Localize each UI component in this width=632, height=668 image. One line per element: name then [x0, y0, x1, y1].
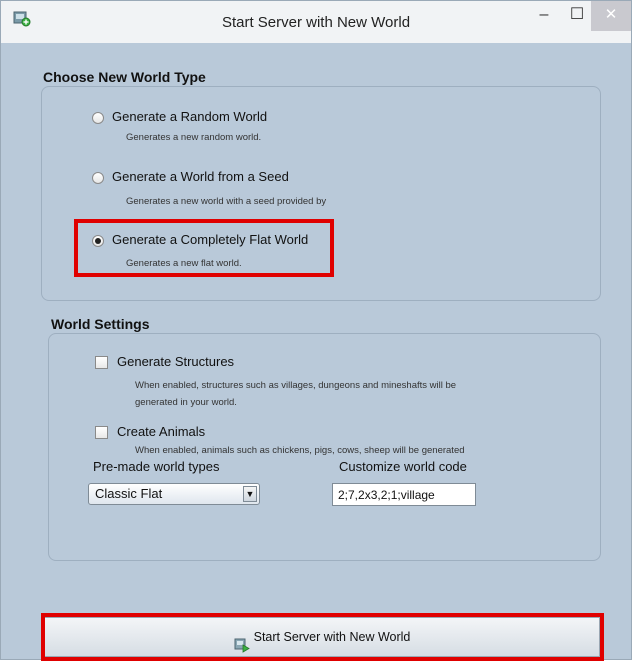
radio-button[interactable] — [92, 171, 104, 184]
close-button[interactable]: ✕ — [591, 1, 631, 31]
checkbox-label: Create Animals — [117, 424, 206, 439]
maximize-button[interactable]: ☐ — [561, 1, 593, 31]
checkbox[interactable] — [95, 356, 108, 370]
start-button-highlight — [41, 613, 604, 661]
create-animals-checkbox[interactable]: Create Animals — [95, 424, 206, 440]
world-type-heading: Choose New World Type — [43, 69, 206, 85]
title-bar: Start Server with New World – ☐ ✕ — [1, 1, 631, 43]
checkbox[interactable] — [95, 426, 108, 440]
checkbox-label: Generate Structures — [117, 354, 235, 369]
radio-label: Generate a World from a Seed — [112, 169, 289, 184]
radio-label: Generate a Random World — [112, 109, 268, 124]
random-world-description: Generates a new random world. — [126, 132, 262, 143]
generate-structures-checkbox[interactable]: Generate Structures — [95, 354, 235, 370]
structures-description-line1: When enabled, structures such as village… — [135, 380, 457, 391]
radio-button[interactable] — [92, 111, 104, 124]
seed-world-description: Generates a new world with a seed provid… — [126, 196, 327, 207]
premade-world-select[interactable]: Classic Flat ▼ — [88, 483, 260, 505]
flat-world-highlight — [74, 219, 334, 277]
premade-types-label: Pre-made world types — [93, 459, 220, 474]
select-value: Classic Flat — [95, 486, 163, 501]
customize-code-label: Customize world code — [339, 459, 467, 474]
start-server-dialog: Start Server with New World – ☐ ✕ Choose… — [0, 0, 632, 661]
animals-description: When enabled, animals such as chickens, … — [135, 445, 465, 456]
radio-random-world[interactable]: Generate a Random World — [92, 109, 267, 124]
world-code-input[interactable] — [332, 483, 476, 506]
world-settings-heading: World Settings — [51, 316, 150, 332]
minimize-button[interactable]: – — [527, 1, 561, 31]
radio-seed-world[interactable]: Generate a World from a Seed — [92, 169, 289, 184]
structures-description-line2: generated in your world. — [135, 397, 237, 408]
chevron-down-icon[interactable]: ▼ — [243, 486, 257, 502]
